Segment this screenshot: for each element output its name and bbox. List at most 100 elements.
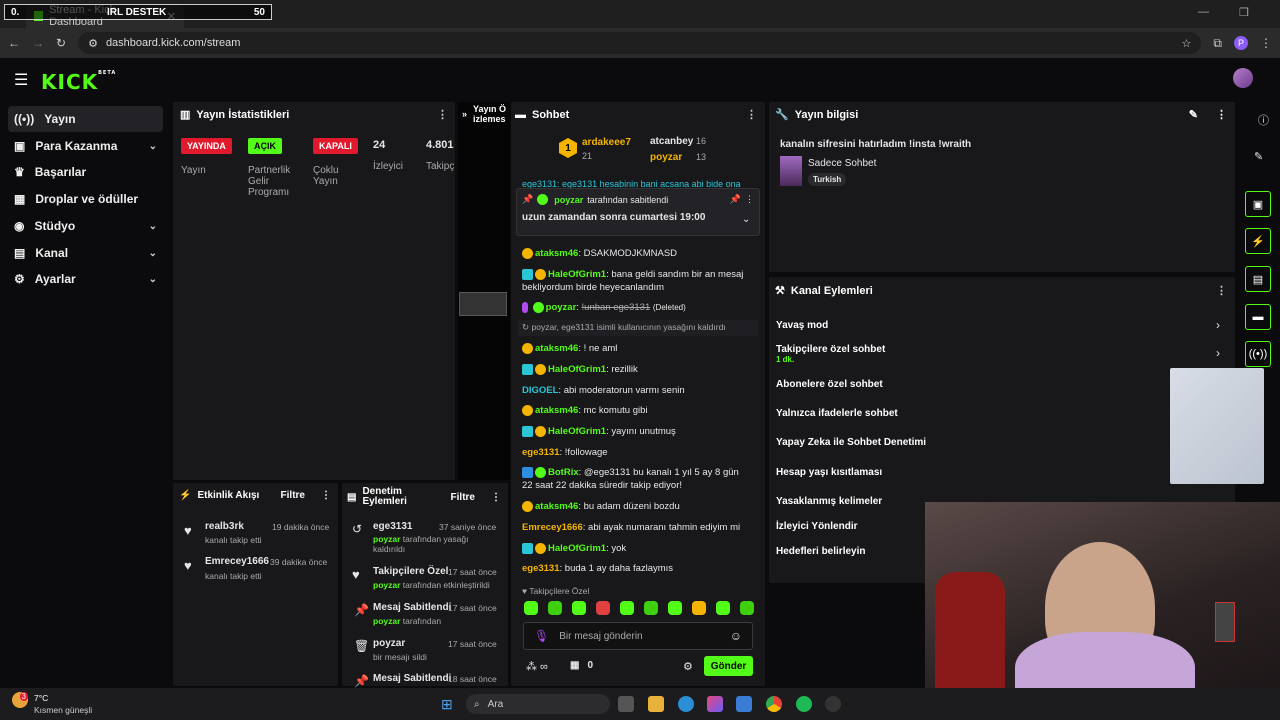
- broadcast-icon[interactable]: ((•)): [1245, 341, 1271, 367]
- emote-icon[interactable]: [692, 601, 706, 615]
- sidebar-item-studyo[interactable]: ◉ Stüdyo ⌄: [8, 213, 163, 239]
- mic-icon[interactable]: 🎙: [534, 629, 549, 643]
- address-bar: ← → ↻ ⚙ dashboard.kick.com/stream ☆ ⧉ P …: [0, 28, 1280, 58]
- mod-action-time: 17 saat önce: [448, 603, 497, 613]
- site-info-icon[interactable]: ⚙: [88, 37, 98, 50]
- chevron-right-icon[interactable]: ›: [1216, 318, 1220, 332]
- emote-icon[interactable]: [548, 601, 562, 615]
- star-icon[interactable]: ☆: [1182, 37, 1192, 50]
- stat-label: Partnerlik Gelir Programı: [248, 165, 291, 198]
- followers-only-duration: 1 dk.: [776, 355, 795, 364]
- category-name: Sadece Sohbet: [808, 158, 877, 169]
- sidebar-item-para-kazanma[interactable]: ▣ Para Kazanma ⌄: [8, 133, 163, 159]
- chat-input[interactable]: 🎙 Bir mesaj gönderin ☺: [523, 622, 753, 650]
- subscribers-only-item[interactable]: Abonelere özel sohbet: [776, 379, 883, 390]
- lightning-icon: ⚡: [179, 490, 192, 501]
- extensions-icon[interactable]: ⧉: [1213, 36, 1222, 51]
- more-icon[interactable]: ⋮: [1216, 284, 1227, 297]
- edit-icon[interactable]: ✎: [1189, 108, 1198, 121]
- emote-icon[interactable]: [596, 601, 610, 615]
- store-app-icon[interactable]: [736, 696, 752, 712]
- goals-item[interactable]: Hedefleri belirleyin: [776, 546, 865, 557]
- file-explorer-icon[interactable]: [648, 696, 664, 712]
- taskbar-search[interactable]: ⌕ Ara: [466, 694, 610, 714]
- profile-icon[interactable]: P: [1234, 36, 1248, 50]
- hamburger-icon[interactable]: ☰: [14, 70, 28, 90]
- multistream-badge: KAPALI: [313, 138, 358, 154]
- weather-icon[interactable]: 3: [12, 692, 28, 708]
- emoji-icon[interactable]: ☺: [730, 629, 742, 643]
- ai-moderation-item[interactable]: Yapay Zeka ile Sohbet Denetimi: [776, 437, 926, 448]
- points-icon[interactable]: ⁂ ∞: [526, 660, 548, 673]
- more-icon[interactable]: ⋮: [491, 492, 501, 503]
- store[interactable]: ▦ 0: [570, 660, 593, 671]
- more-icon[interactable]: ⋮: [1216, 108, 1227, 121]
- preview-panel: [458, 102, 510, 480]
- raid-item[interactable]: İzleyici Yönlendir: [776, 521, 858, 532]
- chrome-icon[interactable]: [766, 696, 782, 712]
- emote-icon[interactable]: [524, 601, 538, 615]
- slow-mode-item[interactable]: Yavaş mod: [776, 320, 828, 331]
- filter-button[interactable]: Filtre: [451, 492, 475, 503]
- obs-icon[interactable]: [825, 696, 841, 712]
- emote-icon[interactable]: [740, 601, 754, 615]
- windows-start-icon[interactable]: ⊞: [441, 696, 453, 713]
- sidebar-item-droplar[interactable]: ▦ Droplar ve ödüller: [8, 186, 163, 212]
- sidebar-item-basarilar[interactable]: ♛ Başarılar: [8, 159, 163, 185]
- reload-icon[interactable]: ↻: [56, 36, 66, 50]
- more-icon[interactable]: ⋮: [746, 108, 757, 121]
- chat-message: ataksm46: mc komutu gibi: [522, 404, 750, 417]
- emote-icon[interactable]: [620, 601, 634, 615]
- user-avatar[interactable]: [1233, 68, 1253, 88]
- chart-icon: ▥: [180, 109, 191, 121]
- emote-icon[interactable]: [572, 601, 586, 615]
- banned-words-item[interactable]: Yasaklanmış kelimeler: [776, 496, 882, 507]
- emotes-only-item[interactable]: Yalnızca ifadelerle sohbet: [776, 408, 898, 419]
- followers-only-item[interactable]: Takipçilere özel sohbet: [776, 344, 885, 355]
- camera-icon[interactable]: ▣: [1245, 191, 1271, 217]
- heart-icon: ♥: [352, 567, 360, 582]
- activity-panel: [173, 483, 338, 686]
- maximize-icon[interactable]: ❐: [1239, 6, 1249, 19]
- collapse-icon[interactable]: »: [462, 109, 467, 119]
- minimize-icon[interactable]: —: [1198, 6, 1209, 19]
- lightning-icon[interactable]: ⚡: [1245, 228, 1271, 254]
- chevron-right-icon[interactable]: ›: [1216, 346, 1220, 360]
- more-icon[interactable]: ⋮: [745, 194, 754, 205]
- stats-panel: [173, 102, 455, 480]
- activity-time: 19 dakika önce: [272, 522, 330, 532]
- chevron-down-icon[interactable]: ⌄: [742, 214, 750, 225]
- emote-icon[interactable]: [668, 601, 682, 615]
- chat-settings-icon[interactable]: ⚙: [683, 660, 693, 673]
- emote-icon[interactable]: [644, 601, 658, 615]
- edge-icon[interactable]: [678, 696, 694, 712]
- account-age-item[interactable]: Hesap yaşı kısıtlaması: [776, 467, 882, 478]
- back-icon[interactable]: ←: [8, 36, 20, 50]
- url-field[interactable]: ⚙ dashboard.kick.com/stream ☆: [78, 32, 1202, 54]
- emote-icon[interactable]: [716, 601, 730, 615]
- followers-value: 4.801: [426, 139, 454, 151]
- unpin-icon[interactable]: 📌: [730, 194, 741, 205]
- more-icon[interactable]: ⋮: [437, 108, 448, 121]
- message-icon[interactable]: ▬: [1245, 304, 1271, 330]
- spotify-icon[interactable]: [796, 696, 812, 712]
- stat-label: Yayın: [181, 165, 206, 176]
- panel-title: Etkinlik Akışı: [197, 490, 260, 501]
- sidebar-item-kanal[interactable]: ▤ Kanal ⌄: [8, 240, 163, 266]
- sidebar-item-yayin[interactable]: ((•)) Yayın: [8, 106, 163, 132]
- kick-logo[interactable]: KICKBETA: [41, 70, 116, 94]
- more-icon[interactable]: ⋮: [321, 490, 331, 501]
- copilot-icon[interactable]: [707, 696, 723, 712]
- chat-message: ataksm46: DSAKMODJKMNASD: [522, 247, 750, 260]
- edit-layout-icon[interactable]: ✎: [1254, 150, 1263, 163]
- note-icon[interactable]: ▤: [1245, 266, 1271, 292]
- menu-icon[interactable]: ⋮: [1260, 36, 1272, 50]
- task-view-icon[interactable]: [618, 696, 634, 712]
- sidebar-item-ayarlar[interactable]: ⚙ Ayarlar ⌄: [8, 266, 163, 292]
- filter-button[interactable]: Filtre: [281, 490, 305, 501]
- sidebar-item-label: Para Kazanma: [35, 139, 118, 153]
- forward-icon[interactable]: →: [32, 36, 44, 50]
- send-button[interactable]: Gönder: [704, 656, 753, 676]
- stream-preview-thumbnail[interactable]: [459, 292, 507, 316]
- info-icon[interactable]: ⓘ: [1258, 112, 1269, 128]
